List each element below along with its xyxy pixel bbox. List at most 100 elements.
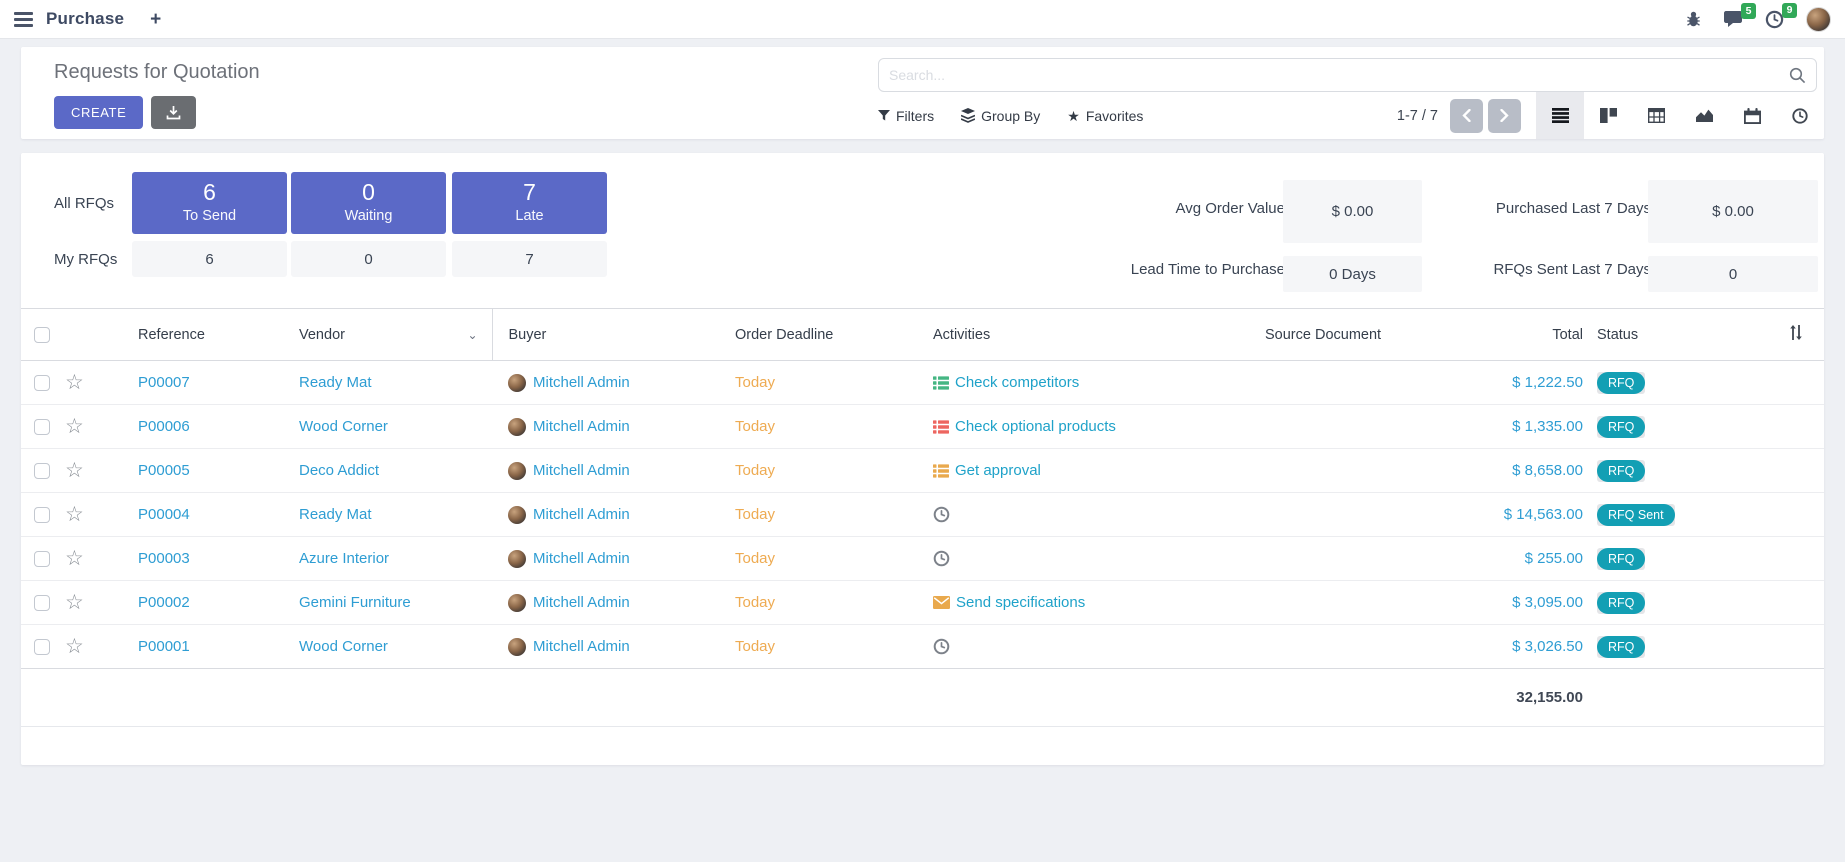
- favorites-button[interactable]: ★ Favorites: [1067, 108, 1143, 124]
- kpi-late-all[interactable]: 7 Late: [452, 172, 607, 234]
- new-tab-button[interactable]: +: [150, 10, 161, 29]
- calendar-view-button[interactable]: [1728, 92, 1776, 139]
- search-icon[interactable]: [1789, 67, 1806, 84]
- activity-icon-button[interactable]: [933, 506, 950, 523]
- apps-menu-icon[interactable]: [14, 12, 33, 27]
- vendor-link[interactable]: Gemini Furniture: [299, 594, 411, 611]
- vendor-link[interactable]: Azure Interior: [299, 550, 389, 567]
- table-row[interactable]: ☆P00005Deco AddictMitchell AdminTodayGet…: [21, 449, 1824, 493]
- kpi-to-send-all[interactable]: 6 To Send: [132, 172, 287, 234]
- row-checkbox[interactable]: [34, 419, 50, 435]
- buyer-link[interactable]: Mitchell Admin: [533, 594, 630, 611]
- filters-button[interactable]: Filters: [878, 108, 934, 124]
- activity-icon-button[interactable]: [933, 420, 949, 434]
- total-amount: $ 255.00: [1525, 550, 1583, 567]
- kpi-to-send-my[interactable]: 6: [132, 241, 287, 277]
- activities-clock-icon[interactable]: 9: [1765, 10, 1784, 29]
- header-vendor[interactable]: Vendor⌄: [281, 309, 492, 361]
- vendor-link[interactable]: Ready Mat: [299, 374, 372, 391]
- vendor-link[interactable]: Wood Corner: [299, 638, 388, 655]
- source-document-cell: [1243, 625, 1487, 669]
- create-button[interactable]: CREATE: [54, 96, 143, 129]
- graph-view-button[interactable]: [1680, 92, 1728, 139]
- reference-link[interactable]: P00004: [138, 506, 190, 523]
- activity-label[interactable]: Get approval: [955, 462, 1041, 479]
- buyer-link[interactable]: Mitchell Admin: [533, 550, 630, 567]
- order-deadline: Today: [735, 374, 775, 391]
- view-switcher: [1536, 92, 1824, 139]
- row-checkbox[interactable]: [34, 375, 50, 391]
- activity-label[interactable]: Check competitors: [955, 374, 1079, 391]
- user-avatar[interactable]: [1806, 7, 1831, 32]
- star-toggle[interactable]: ☆: [65, 371, 84, 394]
- app-name[interactable]: Purchase: [46, 9, 124, 29]
- star-toggle[interactable]: ☆: [65, 635, 84, 658]
- vendor-link[interactable]: Deco Addict: [299, 462, 379, 479]
- reference-link[interactable]: P00005: [138, 462, 190, 479]
- kanban-view-button[interactable]: [1584, 92, 1632, 139]
- activity-icon-button[interactable]: [933, 376, 949, 390]
- optional-columns-button[interactable]: [1789, 325, 1803, 340]
- header-buyer[interactable]: Buyer: [492, 309, 713, 361]
- reference-link[interactable]: P00007: [138, 374, 190, 391]
- kpi-waiting-my[interactable]: 0: [291, 241, 446, 277]
- activity-icon-button[interactable]: [933, 638, 950, 655]
- star-icon: ★: [1067, 109, 1080, 123]
- row-checkbox[interactable]: [34, 639, 50, 655]
- group-by-button[interactable]: Group By: [961, 108, 1040, 124]
- activity-icon-button[interactable]: [933, 550, 950, 567]
- list-view-icon: [1552, 108, 1569, 123]
- table-row[interactable]: ☆P00001Wood CornerMitchell AdminToday$ 3…: [21, 625, 1824, 669]
- table-row[interactable]: ☆P00006Wood CornerMitchell AdminTodayChe…: [21, 405, 1824, 449]
- header-status[interactable]: Status: [1591, 309, 1761, 361]
- activity-label[interactable]: Check optional products: [955, 418, 1116, 435]
- header-source-document[interactable]: Source Document: [1243, 309, 1487, 361]
- search-input[interactable]: [889, 67, 1789, 83]
- row-checkbox[interactable]: [34, 507, 50, 523]
- activity-clock-icon: [933, 550, 950, 567]
- table-row[interactable]: ☆P00003Azure InteriorMitchell AdminToday…: [21, 537, 1824, 581]
- row-checkbox[interactable]: [34, 463, 50, 479]
- export-button[interactable]: [151, 96, 196, 129]
- table-row[interactable]: ☆ P00007 Ready Mat Mitchell Admin Today Check…: [21, 361, 1824, 405]
- filter-bar: Filters Group By ★ Favorites 1-7 / 7: [878, 92, 1824, 139]
- reference-link[interactable]: P00006: [138, 418, 190, 435]
- star-toggle[interactable]: ☆: [65, 459, 84, 482]
- kpi-late-my[interactable]: 7: [452, 241, 607, 277]
- table-row[interactable]: ☆P00004Ready MatMitchell AdminToday$ 14,…: [21, 493, 1824, 537]
- buyer-link[interactable]: Mitchell Admin: [533, 418, 630, 435]
- pager-next-button[interactable]: [1488, 99, 1521, 133]
- row-checkbox[interactable]: [34, 595, 50, 611]
- pivot-view-button[interactable]: [1632, 92, 1680, 139]
- vendor-link[interactable]: Wood Corner: [299, 418, 388, 435]
- buyer-link[interactable]: Mitchell Admin: [533, 638, 630, 655]
- sum-total: 32,155.00: [1516, 689, 1583, 706]
- reference-link[interactable]: P00002: [138, 594, 190, 611]
- star-toggle[interactable]: ☆: [65, 547, 84, 570]
- row-checkbox[interactable]: [34, 551, 50, 567]
- activity-view-button[interactable]: [1776, 92, 1824, 139]
- kpi-waiting-all[interactable]: 0 Waiting: [291, 172, 446, 234]
- table-row[interactable]: ☆P00002Gemini FurnitureMitchell AdminTod…: [21, 581, 1824, 625]
- activity-icon-button[interactable]: [933, 596, 950, 609]
- star-toggle[interactable]: ☆: [65, 591, 84, 614]
- header-order-deadline[interactable]: Order Deadline: [713, 309, 911, 361]
- buyer-link[interactable]: Mitchell Admin: [533, 506, 630, 523]
- buyer-link[interactable]: Mitchell Admin: [533, 374, 630, 391]
- list-view-button[interactable]: [1536, 92, 1584, 139]
- reference-link[interactable]: P00001: [138, 638, 190, 655]
- debug-bug-icon[interactable]: [1686, 11, 1701, 27]
- reference-link[interactable]: P00003: [138, 550, 190, 567]
- pager-previous-button[interactable]: [1450, 99, 1483, 133]
- star-toggle[interactable]: ☆: [65, 503, 84, 526]
- activity-icon-button[interactable]: [933, 464, 949, 478]
- star-toggle[interactable]: ☆: [65, 415, 84, 438]
- header-activities[interactable]: Activities: [911, 309, 1243, 361]
- messages-icon[interactable]: 5: [1723, 10, 1743, 28]
- select-all-checkbox[interactable]: [34, 327, 50, 343]
- vendor-link[interactable]: Ready Mat: [299, 506, 372, 523]
- header-reference[interactable]: Reference: [113, 309, 281, 361]
- header-total[interactable]: Total: [1487, 309, 1591, 361]
- activity-label[interactable]: Send specifications: [956, 594, 1085, 611]
- buyer-link[interactable]: Mitchell Admin: [533, 462, 630, 479]
